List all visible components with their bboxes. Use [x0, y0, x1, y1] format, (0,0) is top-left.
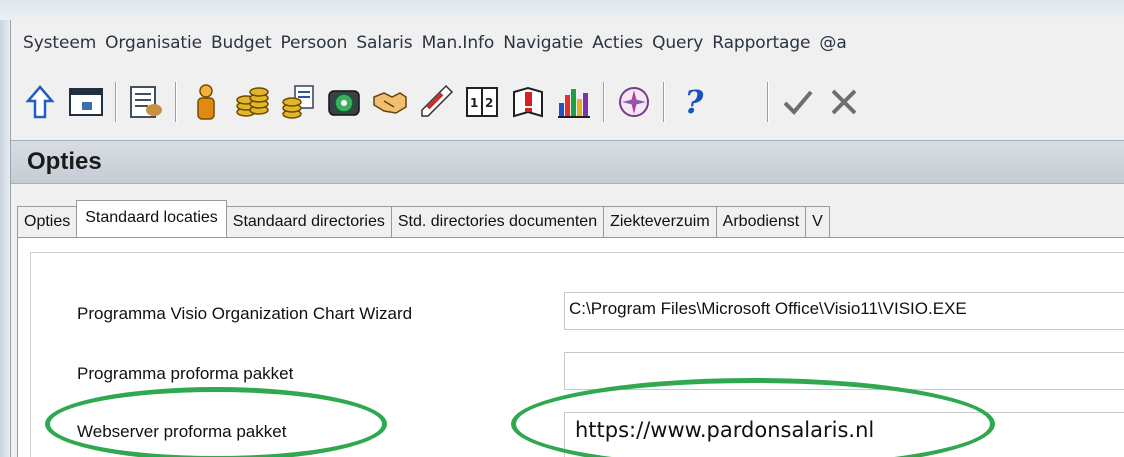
webserver-proforma-field[interactable]: https://www.pardonsalaris.nl: [564, 412, 1124, 457]
alert-book-icon[interactable]: [509, 82, 547, 122]
menu-bar: Systeem Organisatie Budget Persoon Salar…: [11, 20, 1124, 66]
tab-opties[interactable]: Opties: [17, 206, 78, 237]
menu-rapportage[interactable]: Rapportage: [712, 33, 810, 53]
menu-navigatie[interactable]: Navigatie: [503, 33, 583, 53]
desktop-strip: [0, 0, 1124, 20]
page-title-bar: Opties: [11, 140, 1124, 184]
menu-salaris[interactable]: Salaris: [356, 33, 412, 53]
person-icon[interactable]: [187, 82, 225, 122]
coins-document-icon[interactable]: [279, 82, 317, 122]
toolbar-separator: [115, 82, 117, 122]
check-icon[interactable]: [779, 82, 817, 122]
tab-content-panel: Programma Visio Organization Chart Wizar…: [17, 238, 1124, 457]
close-icon[interactable]: [825, 82, 863, 122]
tab-v[interactable]: V: [805, 206, 830, 237]
toolbar-separator: [603, 82, 605, 122]
menu-man-info[interactable]: Man.Info: [422, 33, 495, 53]
svg-text:1: 1: [470, 96, 478, 110]
calendar-book-icon[interactable]: 12: [463, 82, 501, 122]
thermometer-icon[interactable]: [417, 82, 455, 122]
tab-ziekteverzuim[interactable]: Ziekteverzuim: [603, 206, 717, 237]
visio-program-label: Programma Visio Organization Chart Wizar…: [77, 304, 413, 323]
window-left-edge: [0, 20, 10, 457]
tab-arbodienst[interactable]: Arbodienst: [715, 206, 807, 237]
toolbar-separator: [663, 82, 665, 122]
form-handshake-icon[interactable]: [127, 82, 165, 122]
toolbar-separator: [767, 82, 769, 122]
bar-chart-icon[interactable]: [555, 82, 593, 122]
menu-acties[interactable]: Acties: [592, 33, 643, 53]
webserver-proforma-label: Webserver proforma pakket: [77, 422, 287, 441]
application-window: Systeem Organisatie Budget Persoon Salar…: [10, 20, 1124, 457]
menu-budget[interactable]: Budget: [211, 33, 272, 53]
toolbar: 12 ?: [11, 72, 1124, 132]
cd-globe-icon[interactable]: [325, 82, 363, 122]
tab-strip: Opties Standaard locaties Standaard dire…: [17, 200, 1124, 238]
help-icon[interactable]: ?: [675, 82, 713, 122]
settings-group: Programma Visio Organization Chart Wizar…: [30, 252, 1124, 457]
handshake-icon[interactable]: [371, 82, 409, 122]
window-icon[interactable]: [67, 82, 105, 122]
tab-standaard-locaties[interactable]: Standaard locaties: [76, 200, 227, 237]
proforma-program-field[interactable]: [564, 352, 1124, 390]
svg-text:2: 2: [485, 96, 493, 110]
tab-std-directories-documenten[interactable]: Std. directories documenten: [390, 206, 605, 237]
page-title: Opties: [27, 148, 102, 175]
tab-standaard-directories[interactable]: Standaard directories: [225, 206, 392, 237]
menu-systeem[interactable]: Systeem: [23, 33, 96, 53]
toolbar-separator: [175, 82, 177, 122]
up-arrow-icon[interactable]: [21, 82, 59, 122]
coins-icon[interactable]: [233, 82, 271, 122]
menu-query[interactable]: Query: [652, 33, 703, 53]
menu-organisatie[interactable]: Organisatie: [105, 33, 202, 53]
visio-program-field[interactable]: C:\Program Files\Microsoft Office\Visio1…: [564, 292, 1124, 330]
menu-persoon[interactable]: Persoon: [281, 33, 348, 53]
compass-icon[interactable]: [615, 82, 653, 122]
proforma-program-label: Programma proforma pakket: [77, 364, 294, 383]
menu-at[interactable]: @a: [819, 33, 846, 53]
